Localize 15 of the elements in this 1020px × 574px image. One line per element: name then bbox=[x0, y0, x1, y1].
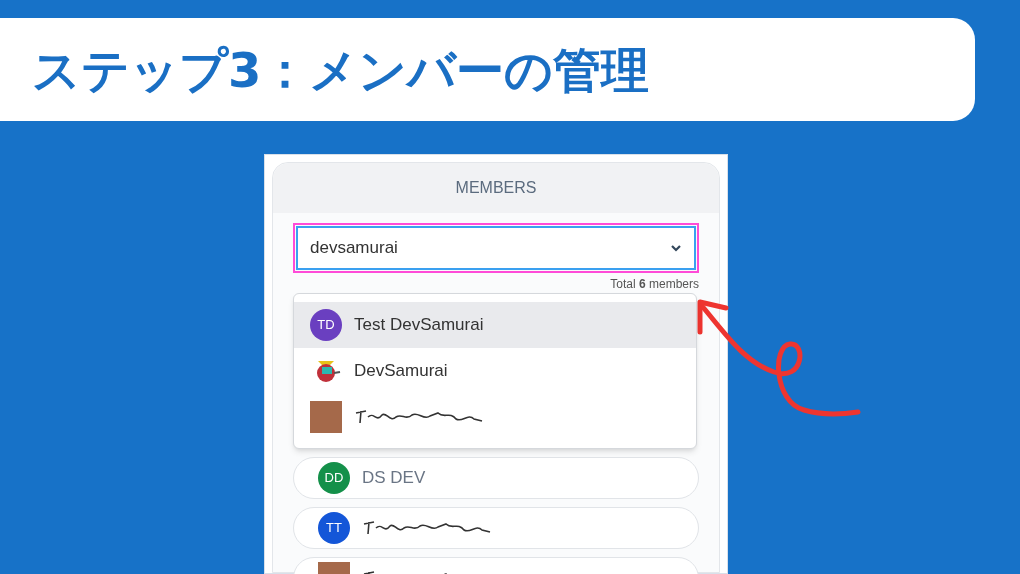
avatar-initials: TD bbox=[310, 309, 342, 341]
total-members-text: Total 6 members bbox=[610, 276, 699, 293]
avatar-initials: TT bbox=[318, 512, 350, 544]
photo-placeholder bbox=[310, 401, 342, 433]
member-option[interactable]: TD Test DevSamurai bbox=[294, 302, 696, 348]
member-name: DS DEV bbox=[362, 467, 426, 490]
member-row[interactable]: TT bbox=[293, 507, 699, 549]
member-row[interactable]: DD DS DEV bbox=[293, 457, 699, 499]
header-title: MEMBERS bbox=[455, 178, 537, 198]
member-name: Test DevSamurai bbox=[354, 314, 484, 337]
chevron-down-icon[interactable] bbox=[670, 244, 682, 252]
step-title: ステップ3：メンバーの管理 bbox=[32, 40, 650, 100]
member-option[interactable]: DevSamurai bbox=[294, 348, 696, 394]
member-name: DevSamurai bbox=[354, 360, 448, 383]
avatar-initials: DD bbox=[318, 462, 350, 494]
